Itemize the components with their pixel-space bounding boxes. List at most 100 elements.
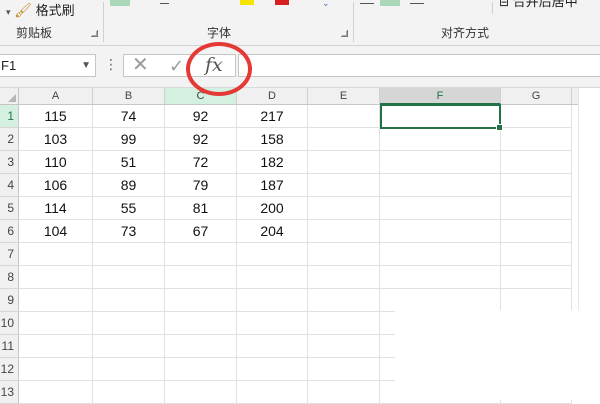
text-underline-icon[interactable]	[160, 0, 169, 4]
selected-cell-outline[interactable]	[380, 104, 503, 131]
cell-f3[interactable]	[380, 151, 501, 174]
cell-g2[interactable]	[501, 128, 572, 151]
cell-d3[interactable]: 182	[237, 151, 308, 174]
column-header-a[interactable]: A	[19, 88, 93, 105]
column-header-b[interactable]: B	[93, 88, 165, 105]
cell-b8[interactable]	[93, 266, 165, 289]
cell-g7[interactable]	[501, 243, 572, 266]
cell-g6[interactable]	[501, 220, 572, 243]
row-header-13[interactable]: 13	[0, 381, 19, 404]
cell-f8[interactable]	[380, 266, 501, 289]
cell-d13[interactable]	[237, 381, 308, 404]
cell-g5[interactable]	[501, 197, 572, 220]
row-header-10[interactable]: 10	[0, 312, 19, 335]
row-header-4[interactable]: 4	[0, 174, 19, 197]
more-options-icon[interactable]: ⋮	[104, 56, 118, 73]
cell-g3[interactable]	[501, 151, 572, 174]
row-header-1[interactable]: 1	[0, 105, 19, 128]
cell-a5[interactable]: 114	[19, 197, 93, 220]
font-color-button[interactable]	[275, 0, 289, 5]
cell-a6[interactable]: 104	[19, 220, 93, 243]
column-header-e[interactable]: E	[308, 88, 380, 105]
align-left-button[interactable]	[360, 0, 374, 4]
cell-d7[interactable]	[237, 243, 308, 266]
align-center-button[interactable]	[380, 0, 400, 6]
cell-e11[interactable]	[308, 335, 380, 358]
cell-a13[interactable]	[19, 381, 93, 404]
formula-input[interactable]	[238, 54, 600, 77]
cell-c11[interactable]	[165, 335, 237, 358]
cell-b12[interactable]	[93, 358, 165, 381]
cell-f2[interactable]	[380, 128, 501, 151]
row-header-3[interactable]: 3	[0, 151, 19, 174]
cell-f7[interactable]	[380, 243, 501, 266]
clipboard-launcher-icon[interactable]	[91, 30, 98, 37]
cell-b10[interactable]	[93, 312, 165, 335]
cell-d4[interactable]: 187	[237, 174, 308, 197]
cell-e2[interactable]	[308, 128, 380, 151]
cell-e1[interactable]	[308, 105, 380, 128]
align-right-button[interactable]	[410, 0, 424, 4]
cell-e13[interactable]	[308, 381, 380, 404]
highlight-color-button[interactable]	[240, 0, 254, 5]
name-box[interactable]: F1 ▼	[0, 54, 96, 77]
cell-a1[interactable]: 115	[19, 105, 93, 128]
cell-b6[interactable]: 73	[93, 220, 165, 243]
cell-f5[interactable]	[380, 197, 501, 220]
cell-d6[interactable]: 204	[237, 220, 308, 243]
cell-d9[interactable]	[237, 289, 308, 312]
cell-c3[interactable]: 72	[165, 151, 237, 174]
cell-d2[interactable]: 158	[237, 128, 308, 151]
cell-a10[interactable]	[19, 312, 93, 335]
cell-f9[interactable]	[380, 289, 501, 312]
cell-a8[interactable]	[19, 266, 93, 289]
cell-b5[interactable]: 55	[93, 197, 165, 220]
cell-a3[interactable]: 110	[19, 151, 93, 174]
cell-f6[interactable]	[380, 220, 501, 243]
cell-c1[interactable]: 92	[165, 105, 237, 128]
format-painter-button[interactable]: ▾ 🖌 格式刷	[6, 0, 75, 19]
cell-e4[interactable]	[308, 174, 380, 197]
cell-b4[interactable]: 89	[93, 174, 165, 197]
column-header-c[interactable]: C	[165, 88, 237, 105]
cell-e12[interactable]	[308, 358, 380, 381]
chevron-down-icon[interactable]: ▼	[81, 55, 91, 76]
cell-b7[interactable]	[93, 243, 165, 266]
cell-c5[interactable]: 81	[165, 197, 237, 220]
font-launcher-icon[interactable]	[341, 30, 348, 37]
cell-d12[interactable]	[237, 358, 308, 381]
chevron-down-icon[interactable]: ⌄	[322, 0, 330, 9]
cell-a4[interactable]: 106	[19, 174, 93, 197]
cell-d1[interactable]: 217	[237, 105, 308, 128]
select-all-corner[interactable]	[0, 88, 19, 105]
cell-e7[interactable]	[308, 243, 380, 266]
cell-d5[interactable]: 200	[237, 197, 308, 220]
cell-g1[interactable]	[501, 105, 572, 128]
cell-f4[interactable]	[380, 174, 501, 197]
bold-button[interactable]	[110, 0, 130, 6]
cell-e6[interactable]	[308, 220, 380, 243]
cell-e5[interactable]	[308, 197, 380, 220]
cell-c7[interactable]	[165, 243, 237, 266]
enter-check-icon[interactable]: ✓	[169, 55, 184, 77]
row-header-2[interactable]: 2	[0, 128, 19, 151]
cancel-icon[interactable]: ✕	[132, 55, 149, 76]
cell-c8[interactable]	[165, 266, 237, 289]
cell-c2[interactable]: 92	[165, 128, 237, 151]
cell-b3[interactable]: 51	[93, 151, 165, 174]
cell-c4[interactable]: 79	[165, 174, 237, 197]
cell-b13[interactable]	[93, 381, 165, 404]
column-header-g[interactable]: G	[501, 88, 572, 105]
row-header-6[interactable]: 6	[0, 220, 19, 243]
cell-e8[interactable]	[308, 266, 380, 289]
cell-c13[interactable]	[165, 381, 237, 404]
cell-e9[interactable]	[308, 289, 380, 312]
row-header-7[interactable]: 7	[0, 243, 19, 266]
merge-center-button[interactable]: ⊟ 合并后居中	[499, 0, 578, 10]
row-header-5[interactable]: 5	[0, 197, 19, 220]
cell-d8[interactable]	[237, 266, 308, 289]
cell-c10[interactable]	[165, 312, 237, 335]
insert-function-icon[interactable]: fx	[205, 55, 223, 76]
row-header-12[interactable]: 12	[0, 358, 19, 381]
cell-a12[interactable]	[19, 358, 93, 381]
